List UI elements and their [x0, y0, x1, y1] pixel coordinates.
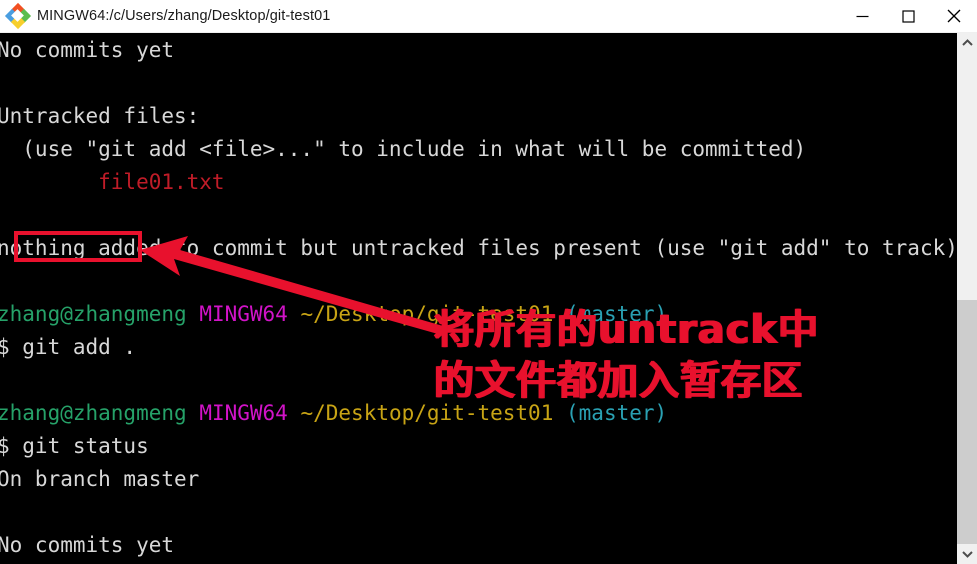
maximize-button[interactable]: [885, 0, 931, 33]
minimize-button[interactable]: [839, 0, 885, 33]
close-button[interactable]: [931, 0, 977, 33]
git-bash-window: MINGW64:/c/Users/zhang/Desktop/git-test0…: [0, 0, 977, 564]
terminal-text: file01.txt: [0, 170, 225, 194]
terminal-line: file01.txt: [0, 166, 957, 199]
terminal-text: MINGW64: [199, 302, 288, 326]
window-title: MINGW64:/c/Users/zhang/Desktop/git-test0…: [37, 8, 331, 24]
terminal-text: On branch master: [0, 467, 200, 491]
terminal-line: nothing added to commit but untracked fi…: [0, 232, 957, 265]
terminal-text: MINGW64: [199, 401, 288, 425]
terminal-lines: No commits yet Untracked files: (use "gi…: [0, 34, 957, 564]
terminal-text: zhang@zhangmeng: [0, 302, 187, 326]
terminal-line: $ git status: [0, 430, 957, 463]
terminal-text: $ git status: [0, 434, 149, 458]
terminal-text: $ git add .: [0, 335, 137, 359]
terminal-line: On branch master: [0, 463, 957, 496]
terminal-line: No commits yet: [0, 34, 957, 67]
terminal-text: zhang@zhangmeng: [0, 401, 187, 425]
scroll-up-arrow-icon[interactable]: [957, 33, 977, 53]
terminal-line: Untracked files:: [0, 100, 957, 133]
terminal-text: (use "git add <file>..." to include in w…: [0, 137, 807, 161]
terminal-text: No commits yet: [0, 38, 175, 62]
scroll-thumb[interactable]: [957, 300, 977, 544]
terminal-line: (use "git add <file>..." to include in w…: [0, 133, 957, 166]
terminal-line: No commits yet: [0, 529, 957, 562]
window-titlebar[interactable]: MINGW64:/c/Users/zhang/Desktop/git-test0…: [0, 0, 977, 33]
terminal-text: nothing added to commit but untracked fi…: [0, 236, 957, 260]
scroll-down-arrow-icon[interactable]: [957, 544, 977, 564]
terminal-text: Untracked files:: [0, 104, 200, 128]
annotation-note: 将所有的untrack中 的文件都加入暂存区: [434, 307, 820, 404]
terminal-output-area[interactable]: No commits yet Untracked files: (use "gi…: [0, 33, 957, 564]
terminal-scrollbar[interactable]: [957, 33, 977, 564]
terminal-text: No commits yet: [0, 533, 175, 557]
git-bash-icon: [4, 2, 32, 30]
